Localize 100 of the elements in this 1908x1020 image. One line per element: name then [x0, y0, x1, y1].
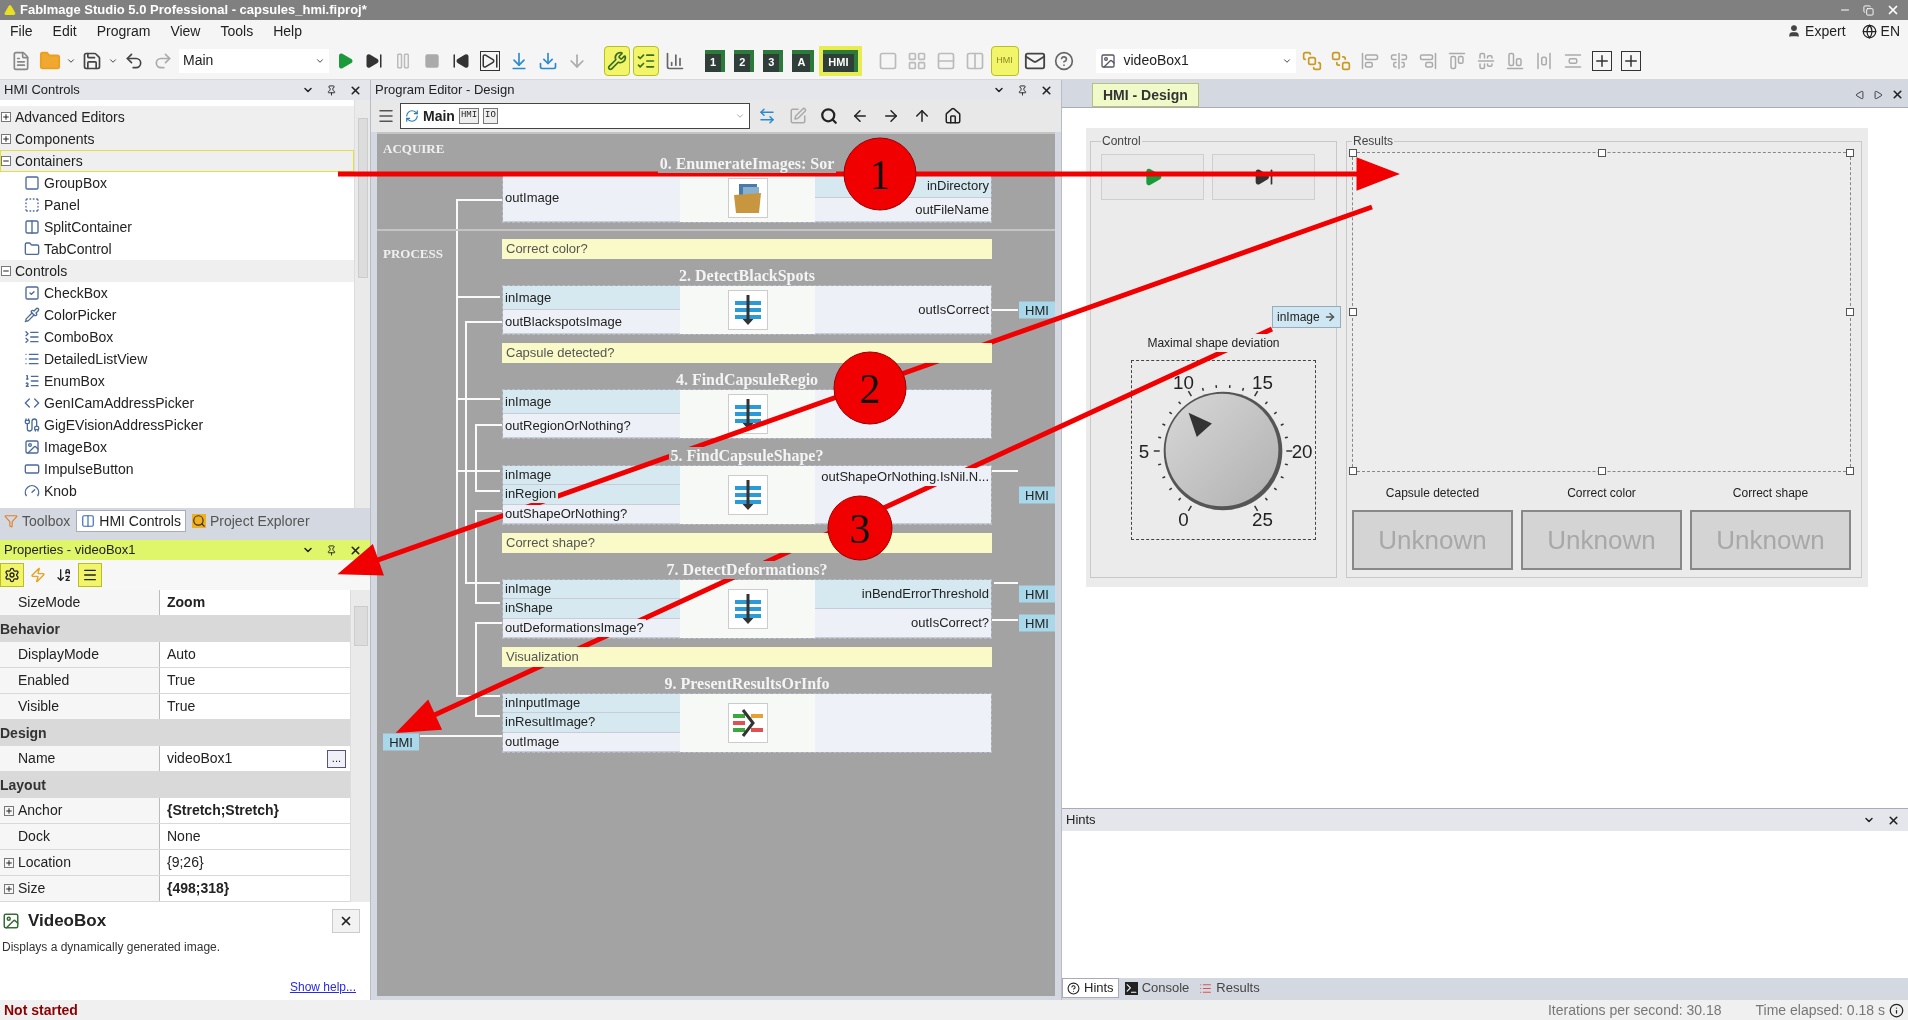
- hmi-tag[interactable]: HMI: [1019, 301, 1055, 318]
- comment-note[interactable]: Correct color?: [502, 239, 992, 259]
- hmi-tag[interactable]: HMI: [383, 733, 419, 751]
- menu-item[interactable]: Program: [86, 20, 161, 42]
- panel-tab[interactable]: HMI Controls: [76, 510, 186, 532]
- pin-icon[interactable]: [326, 84, 337, 96]
- tree-group[interactable]: Containers: [0, 150, 354, 172]
- hmi-tag[interactable]: HMI: [1019, 614, 1055, 632]
- tree-item[interactable]: Knob: [44, 480, 77, 502]
- close-icon[interactable]: [1887, 813, 1900, 827]
- collapse-icon[interactable]: [1, 156, 11, 166]
- panel-tab[interactable]: Console: [1120, 978, 1194, 998]
- resize-handle[interactable]: [1846, 308, 1854, 316]
- panel-tab[interactable]: Toolbox: [0, 510, 75, 532]
- resize-handle[interactable]: [1846, 467, 1854, 475]
- tree-item[interactable]: EnumBox: [44, 370, 105, 392]
- resize-handle[interactable]: [1349, 308, 1357, 316]
- tree-item[interactable]: GroupBox: [44, 172, 108, 194]
- control-select[interactable]: videoBox1: [1095, 48, 1296, 73]
- close-button[interactable]: [332, 908, 360, 933]
- collapse-icon[interactable]: [1, 266, 11, 276]
- comment-note[interactable]: Capsule detected?: [502, 343, 992, 363]
- close-icon[interactable]: [349, 83, 362, 97]
- tree-item[interactable]: ImageBox: [44, 436, 108, 458]
- hmi-tag[interactable]: HMI: [1019, 585, 1055, 603]
- expand-icon[interactable]: [4, 857, 14, 868]
- port-label[interactable]: outIsCorrect?: [908, 614, 991, 632]
- panel-tab[interactable]: Hints: [1062, 978, 1119, 998]
- knob[interactable]: 0 5 10 15 20 25: [1131, 360, 1316, 540]
- resize-handle[interactable]: [1349, 467, 1357, 475]
- wrench-button[interactable]: [604, 45, 630, 76]
- user-role[interactable]: Expert: [1805, 20, 1846, 42]
- align-right-icon: [1418, 51, 1437, 70]
- properties-view-button[interactable]: [0, 563, 24, 587]
- tree-item[interactable]: Panel: [44, 194, 80, 216]
- comment-note[interactable]: Visualization: [502, 647, 992, 667]
- checklist-button[interactable]: [633, 45, 659, 76]
- property-value[interactable]: Auto: [167, 644, 196, 665]
- menu-item[interactable]: Tools: [210, 20, 264, 42]
- port-tag[interactable]: inImage: [1272, 306, 1341, 328]
- expand-icon[interactable]: [1, 134, 11, 144]
- tree-item[interactable]: ImpulseButton: [44, 458, 134, 480]
- layout-button[interactable]: 3: [763, 49, 784, 72]
- hmi-tag[interactable]: HMI: [1019, 486, 1055, 503]
- tree-item[interactable]: GenICamAddressPicker: [44, 392, 195, 414]
- property-value[interactable]: Zoom: [167, 592, 206, 613]
- property-value[interactable]: None: [167, 826, 201, 847]
- close-icon[interactable]: [349, 543, 362, 557]
- ellipsis-button[interactable]: ...: [326, 749, 346, 768]
- expand-icon[interactable]: [4, 805, 14, 816]
- tree-item[interactable]: DetailedListView: [44, 348, 148, 370]
- port-label[interactable]: outShapeOrNothing.IsNil.N...: [819, 468, 991, 486]
- design-tab[interactable]: HMI - Design: [1092, 83, 1199, 107]
- port-label[interactable]: outIsCorrect: [916, 300, 991, 319]
- property-value[interactable]: True: [167, 696, 196, 717]
- resize-handle[interactable]: [1846, 149, 1854, 157]
- resize-handle[interactable]: [1349, 149, 1357, 157]
- tree-group[interactable]: Advanced Editors: [0, 106, 354, 128]
- program-path-field[interactable]: Main HMI IO: [400, 103, 750, 129]
- tree-group[interactable]: Controls: [0, 260, 354, 282]
- tree-item[interactable]: GigEVisionAddressPicker: [44, 414, 204, 436]
- panel-tab[interactable]: Project Explorer: [187, 510, 314, 532]
- menu-item[interactable]: Edit: [42, 20, 87, 42]
- menu-item[interactable]: Help: [263, 20, 312, 42]
- layout-button[interactable]: 1: [705, 49, 726, 72]
- tree-item[interactable]: TabControl: [44, 238, 112, 260]
- layout-button[interactable]: 2: [734, 49, 755, 72]
- property-value[interactable]: {498;318}: [167, 878, 230, 899]
- property-value[interactable]: {9;26}: [167, 852, 204, 873]
- layout-button[interactable]: A: [792, 49, 815, 72]
- expand-icon[interactable]: [1, 112, 11, 122]
- scroll-right-icon[interactable]: [1873, 89, 1883, 100]
- restore-icon[interactable]: [1863, 4, 1874, 16]
- pin-icon[interactable]: [326, 544, 337, 556]
- panel-tab[interactable]: Results: [1195, 978, 1264, 998]
- menu-item[interactable]: View: [160, 20, 211, 42]
- program-select[interactable]: Main: [179, 48, 329, 73]
- resize-handle[interactable]: [1597, 149, 1606, 157]
- pin-icon[interactable]: [1017, 84, 1028, 96]
- skip-back-icon: [452, 51, 470, 70]
- tree-item[interactable]: ComboBox: [44, 326, 114, 348]
- tree-item[interactable]: SplitContainer: [44, 216, 132, 238]
- resize-handle[interactable]: [1597, 467, 1606, 475]
- close-icon[interactable]: [1891, 88, 1904, 101]
- property-value[interactable]: videoBox1: [167, 748, 233, 769]
- language-selector[interactable]: EN: [1880, 20, 1900, 42]
- show-help-link[interactable]: Show help...: [289, 977, 356, 996]
- tree-item[interactable]: ColorPicker: [44, 304, 117, 326]
- close-icon[interactable]: [1040, 83, 1053, 97]
- tree-item[interactable]: CheckBox: [44, 282, 108, 304]
- expand-icon[interactable]: [4, 883, 14, 894]
- menu-item[interactable]: File: [0, 20, 43, 42]
- knob-pointer[interactable]: [1188, 412, 1212, 438]
- categorized-view-button[interactable]: [78, 563, 102, 587]
- property-value[interactable]: {Stretch;Stretch}: [167, 800, 280, 821]
- list-icon: [24, 373, 40, 389]
- tree-group[interactable]: Components: [0, 128, 354, 150]
- info-icon[interactable]: [1889, 1002, 1904, 1018]
- scroll-left-icon[interactable]: [1855, 89, 1865, 100]
- property-value[interactable]: True: [167, 670, 196, 691]
